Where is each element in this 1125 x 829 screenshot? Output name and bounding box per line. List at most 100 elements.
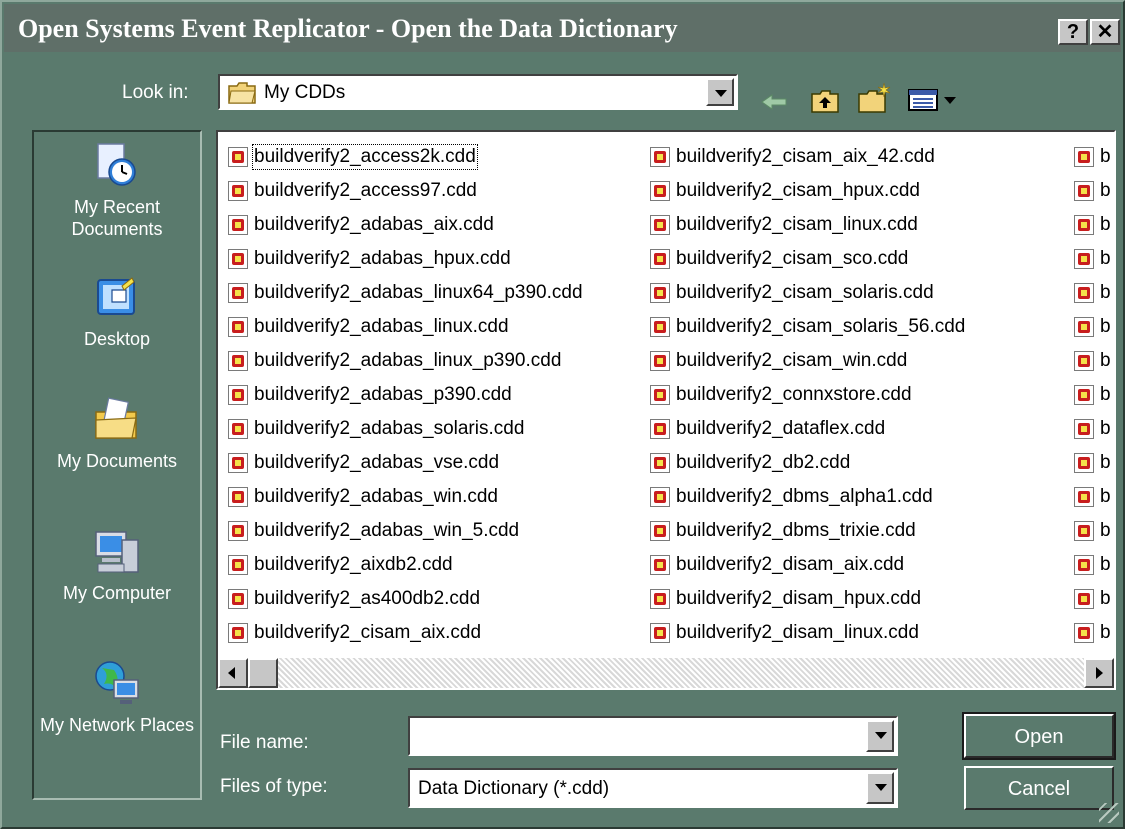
- open-button[interactable]: Open: [962, 712, 1116, 760]
- file-item[interactable]: b: [1074, 344, 1111, 378]
- file-name: b: [1100, 214, 1111, 235]
- help-button[interactable]: ?: [1058, 19, 1088, 45]
- file-item[interactable]: b: [1074, 616, 1111, 650]
- file-name: buildverify2_adabas_p390.cdd: [254, 384, 512, 405]
- file-item[interactable]: buildverify2_dataflex.cdd: [650, 412, 965, 446]
- file-item[interactable]: buildverify2_adabas_vse.cdd: [228, 446, 583, 480]
- file-item[interactable]: buildverify2_dbms_trixie.cdd: [650, 514, 965, 548]
- file-item[interactable]: buildverify2_disam_linux.cdd: [650, 616, 965, 650]
- cancel-button-label: Cancel: [1007, 778, 1071, 800]
- file-item[interactable]: b: [1074, 446, 1111, 480]
- file-list[interactable]: buildverify2_access2k.cdd buildverify2_a…: [216, 130, 1116, 690]
- cdd-file-icon: [228, 385, 248, 405]
- look-in-label: Look in:: [122, 82, 189, 103]
- place-recent-documents[interactable]: My Recent Documents: [34, 140, 200, 240]
- file-item[interactable]: buildverify2_access2k.cdd: [228, 140, 583, 174]
- file-item[interactable]: buildverify2_cisam_linux.cdd: [650, 208, 965, 242]
- file-item[interactable]: b: [1074, 140, 1111, 174]
- file-item[interactable]: b: [1074, 174, 1111, 208]
- file-item[interactable]: buildverify2_adabas_linux.cdd: [228, 310, 583, 344]
- file-name-input[interactable]: [408, 716, 898, 756]
- file-name: buildverify2_cisam_solaris.cdd: [676, 282, 934, 303]
- file-item[interactable]: buildverify2_adabas_linux_p390.cdd: [228, 344, 583, 378]
- up-folder-icon[interactable]: [810, 88, 840, 114]
- look-in-select[interactable]: My CDDs: [218, 74, 738, 110]
- cdd-file-icon: [650, 555, 670, 575]
- back-arrow-icon[interactable]: [760, 92, 790, 112]
- file-item[interactable]: b: [1074, 242, 1111, 276]
- file-name-dropdown-button[interactable]: [866, 720, 894, 752]
- file-item[interactable]: buildverify2_disam_aix.cdd: [650, 548, 965, 582]
- new-folder-icon[interactable]: [857, 82, 891, 114]
- file-name: buildverify2_access97.cdd: [254, 180, 477, 201]
- look-in-dropdown-button[interactable]: [706, 78, 734, 106]
- file-item[interactable]: buildverify2_adabas_aix.cdd: [228, 208, 583, 242]
- cdd-file-icon: [1074, 385, 1094, 405]
- cdd-file-icon: [1074, 249, 1094, 269]
- close-button[interactable]: ✕: [1090, 19, 1120, 45]
- file-item[interactable]: b: [1074, 514, 1111, 548]
- file-item[interactable]: b: [1074, 310, 1111, 344]
- file-item[interactable]: buildverify2_cisam_hpux.cdd: [650, 174, 965, 208]
- file-item[interactable]: buildverify2_adabas_win.cdd: [228, 480, 583, 514]
- cdd-file-icon: [228, 487, 248, 507]
- resize-grip-icon[interactable]: [1099, 803, 1119, 823]
- scroll-right-button[interactable]: [1084, 658, 1114, 688]
- file-item[interactable]: buildverify2_adabas_linux64_p390.cdd: [228, 276, 583, 310]
- cdd-file-icon: [1074, 351, 1094, 371]
- places-bar: My Recent Documents Desktop My Documents: [32, 130, 202, 800]
- file-item[interactable]: b: [1074, 548, 1111, 582]
- view-menu-icon[interactable]: [908, 88, 960, 112]
- file-item[interactable]: buildverify2_access97.cdd: [228, 174, 583, 208]
- file-item[interactable]: buildverify2_cisam_solaris_56.cdd: [650, 310, 965, 344]
- file-item[interactable]: buildverify2_cisam_aix_42.cdd: [650, 140, 965, 174]
- file-name: buildverify2_adabas_aix.cdd: [254, 214, 494, 235]
- file-item[interactable]: b: [1074, 582, 1111, 616]
- file-item[interactable]: buildverify2_db2.cdd: [650, 446, 965, 480]
- file-item[interactable]: b: [1074, 208, 1111, 242]
- place-network[interactable]: My Network Places: [34, 658, 200, 736]
- horizontal-scrollbar[interactable]: [218, 658, 1114, 688]
- file-item[interactable]: buildverify2_adabas_win_5.cdd: [228, 514, 583, 548]
- file-name: buildverify2_adabas_linux_p390.cdd: [254, 350, 562, 371]
- scroll-left-button[interactable]: [218, 658, 248, 688]
- file-name: b: [1100, 180, 1111, 201]
- file-item[interactable]: buildverify2_connxstore.cdd: [650, 378, 965, 412]
- file-name: b: [1100, 452, 1111, 473]
- cdd-file-icon: [228, 147, 248, 167]
- file-type-select[interactable]: Data Dictionary (*.cdd): [408, 768, 898, 808]
- file-item[interactable]: buildverify2_adabas_solaris.cdd: [228, 412, 583, 446]
- cdd-file-icon: [228, 589, 248, 609]
- file-item[interactable]: buildverify2_cisam_win.cdd: [650, 344, 965, 378]
- file-name: b: [1100, 554, 1111, 575]
- file-item[interactable]: b: [1074, 378, 1111, 412]
- file-name: buildverify2_disam_linux.cdd: [676, 622, 919, 643]
- file-item[interactable]: buildverify2_adabas_hpux.cdd: [228, 242, 583, 276]
- file-item[interactable]: b: [1074, 412, 1111, 446]
- file-item[interactable]: buildverify2_aixdb2.cdd: [228, 548, 583, 582]
- file-item[interactable]: buildverify2_cisam_sco.cdd: [650, 242, 965, 276]
- file-name: buildverify2_connxstore.cdd: [676, 384, 912, 405]
- file-item[interactable]: b: [1074, 480, 1111, 514]
- desktop-icon: [97, 277, 135, 315]
- place-desktop[interactable]: Desktop: [34, 272, 200, 350]
- cdd-file-icon: [1074, 623, 1094, 643]
- title-bar[interactable]: Open Systems Event Replicator - Open the…: [4, 4, 1121, 52]
- file-item[interactable]: buildverify2_dbms_alpha1.cdd: [650, 480, 965, 514]
- file-item[interactable]: buildverify2_cisam_aix.cdd: [228, 616, 583, 650]
- cdd-file-icon: [1074, 521, 1094, 541]
- file-item[interactable]: buildverify2_disam_hpux.cdd: [650, 582, 965, 616]
- file-name: buildverify2_cisam_hpux.cdd: [676, 180, 920, 201]
- file-item[interactable]: buildverify2_adabas_p390.cdd: [228, 378, 583, 412]
- file-type-dropdown-button[interactable]: [866, 772, 894, 804]
- cdd-file-icon: [650, 147, 670, 167]
- file-item[interactable]: buildverify2_cisam_solaris.cdd: [650, 276, 965, 310]
- place-my-documents[interactable]: My Documents: [34, 394, 200, 472]
- scroll-thumb[interactable]: [248, 658, 278, 688]
- file-item[interactable]: b: [1074, 276, 1111, 310]
- file-name: b: [1100, 384, 1111, 405]
- file-column-3: b b b b b b b b b b b b b b b: [1074, 140, 1111, 650]
- place-my-computer[interactable]: My Computer: [34, 526, 200, 604]
- file-item[interactable]: buildverify2_as400db2.cdd: [228, 582, 583, 616]
- cancel-button[interactable]: Cancel: [964, 766, 1114, 810]
